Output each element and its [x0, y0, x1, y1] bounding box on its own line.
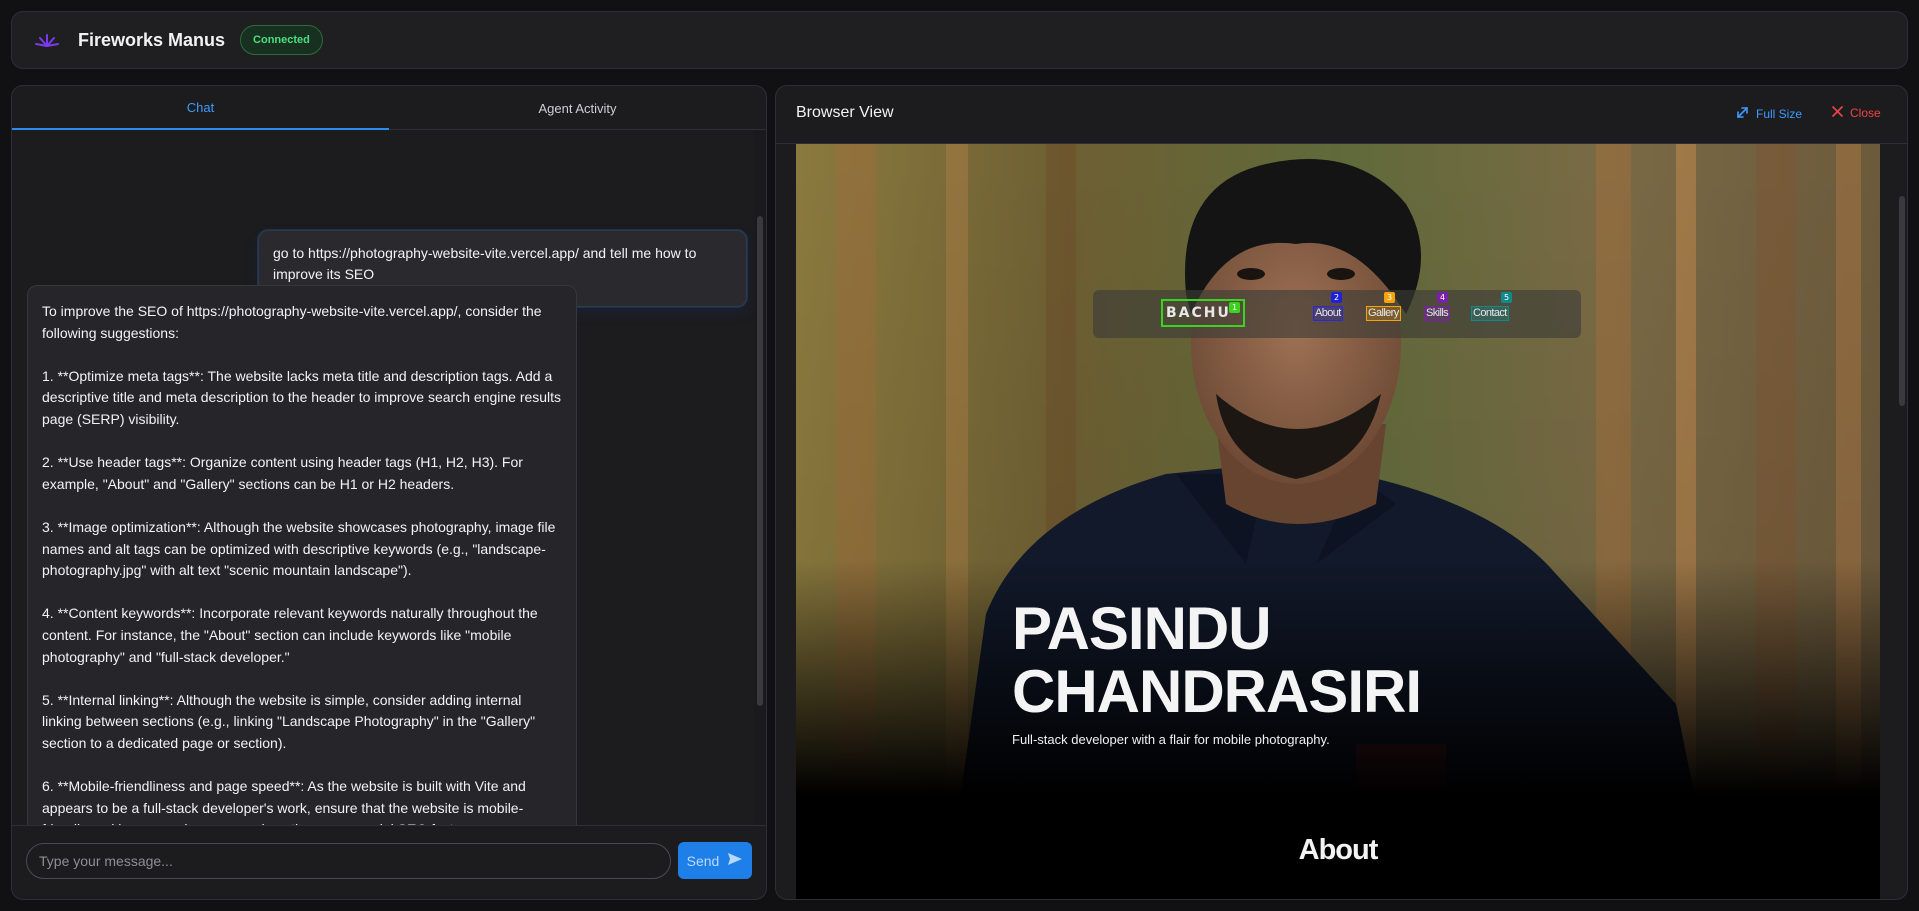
send-button[interactable]: Send [678, 842, 752, 879]
app-title: Fireworks Manus [78, 29, 226, 50]
app-root: Fireworks Manus Connected Chat Agent Act… [0, 0, 1919, 911]
tab-chat[interactable]: Chat [12, 86, 389, 130]
browser-title: Browser View [796, 104, 894, 121]
element-marker-1: 1 [1229, 302, 1240, 313]
full-size-label: Full Size [1756, 107, 1803, 121]
nav-link-skills[interactable]: Skills [1424, 306, 1451, 321]
hero-name-line2: CHANDRASIRI [1012, 658, 1422, 725]
hero-background-photo [796, 144, 1880, 899]
chat-scrollbar[interactable] [754, 130, 766, 825]
chat-tabs: Chat Agent Activity [12, 86, 766, 130]
close-icon [1832, 106, 1843, 120]
close-label: Close [1850, 106, 1881, 120]
element-marker-5: 5 [1501, 292, 1512, 303]
nav-link-contact[interactable]: Contact [1471, 306, 1509, 321]
browser-scrollbar-thumb[interactable] [1899, 196, 1905, 406]
browser-viewport[interactable]: BACHU 1 2 About 3 Gallery 4 Skills 5 Con… [796, 144, 1880, 899]
app-header: Fireworks Manus Connected [11, 11, 1908, 69]
chat-panel: Chat Agent Activity go to https://photog… [11, 85, 767, 900]
hero-name-line1: PASINDU [1012, 595, 1272, 662]
fireworks-logo-icon [34, 30, 62, 50]
message-list[interactable]: go to https://photography-website-vite.v… [12, 130, 755, 825]
send-button-label: Send [686, 852, 720, 869]
nav-link-about[interactable]: About [1313, 306, 1343, 321]
element-marker-2: 2 [1331, 292, 1342, 303]
message-input-bar: Send [12, 825, 766, 899]
tab-agent-activity[interactable]: Agent Activity [389, 86, 766, 130]
send-icon [727, 852, 743, 869]
expand-icon [1736, 106, 1749, 122]
browser-header: Browser View Full Size Close [776, 86, 1907, 144]
full-size-button[interactable]: Full Size [1736, 106, 1802, 122]
about-heading: About [1298, 834, 1379, 866]
nav-link-gallery[interactable]: Gallery [1366, 306, 1401, 321]
hero-tagline: Full-stack developer with a flair for mo… [1012, 732, 1330, 747]
browser-panel: Browser View Full Size Close BACHU 1 2 A… [775, 85, 1908, 900]
assistant-message: To improve the SEO of https://photograph… [27, 285, 577, 825]
site-logo-text: BACHU [1166, 305, 1231, 321]
message-input[interactable] [26, 843, 671, 879]
chat-scrollbar-thumb[interactable] [757, 216, 763, 706]
close-button[interactable]: Close [1832, 106, 1881, 120]
element-marker-3: 3 [1384, 292, 1395, 303]
element-marker-4: 4 [1437, 292, 1448, 303]
connection-status-badge: Connected [240, 25, 323, 55]
site-navbar: BACHU 1 2 About 3 Gallery 4 Skills 5 Con… [1093, 290, 1581, 338]
